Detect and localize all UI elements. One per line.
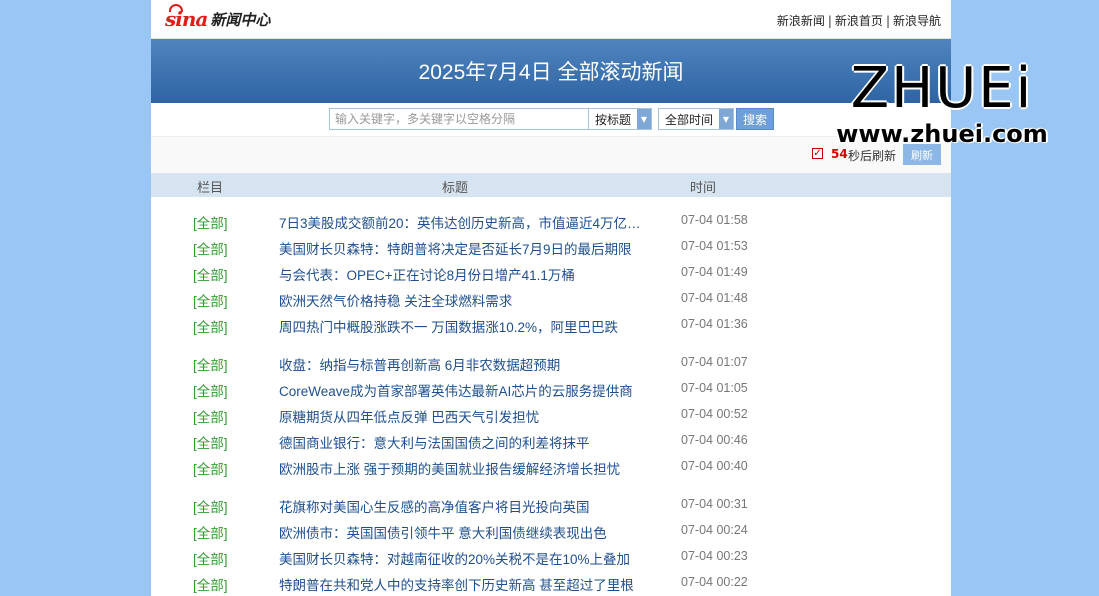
- news-row: [全部] 7日3美股成交额前20：英伟达创历史新高，市值逼近4万亿美元 07-04 …: [151, 208, 951, 234]
- news-category[interactable]: [全部]: [193, 290, 228, 310]
- link-separator: |: [885, 14, 890, 28]
- news-category[interactable]: [全部]: [193, 458, 228, 478]
- column-title: 标题: [442, 180, 469, 195]
- chevron-down-icon: ▼: [637, 109, 651, 129]
- news-time: 07-04 00:31: [681, 497, 748, 511]
- news-category[interactable]: [全部]: [193, 522, 228, 542]
- search-bar: 按标题 ▼ 全部时间 ▼ 搜索: [151, 103, 951, 136]
- news-time: 07-04 01:48: [681, 291, 748, 305]
- news-title-link[interactable]: 原糖期货从四年低点反弹 巴西天气引发担忧: [279, 406, 641, 426]
- news-title-link[interactable]: 美国财长贝森特：特朗普将决定是否延长7月9日的最后期限: [279, 238, 641, 258]
- news-title-link[interactable]: 收盘：纳指与标普再创新高 6月非农数据超预期: [279, 354, 641, 374]
- watermark-url: www.zhuei.com: [836, 120, 1048, 148]
- news-category[interactable]: [全部]: [193, 406, 228, 426]
- refresh-bar: ✓ 54 秒后刷新 刷新: [151, 136, 951, 173]
- news-group: [全部] 收盘：纳指与标普再创新高 6月非农数据超预期 07-04 01:07 [全部…: [151, 350, 951, 480]
- column-time: 时间: [690, 180, 717, 195]
- news-time: 07-04 01:58: [681, 213, 748, 227]
- news-title-link[interactable]: 7日3美股成交额前20：英伟达创历史新高，市值逼近4万亿美元: [279, 212, 641, 232]
- news-page: sina 新闻中心 新浪新闻 | 新浪首页 | 新浪导航 2025年7月4日 全部滚动新…: [151, 0, 951, 596]
- news-time: 07-04 00:52: [681, 407, 748, 421]
- search-type-label: 按标题: [595, 112, 632, 127]
- logo-text: 新闻中心: [210, 10, 271, 29]
- news-time: 07-04 01:53: [681, 239, 748, 253]
- news-time: 07-04 01:07: [681, 355, 748, 369]
- top-bar: sina 新闻中心 新浪新闻 | 新浪首页 | 新浪导航: [151, 0, 951, 39]
- news-title-link[interactable]: 欧洲天然气价格持稳 关注全球燃料需求: [279, 290, 641, 310]
- news-row: [全部] 欧洲股市上涨 强于预期的美国就业报告缓解经济增长担忧 07-04 00:4…: [151, 454, 951, 480]
- news-row: [全部] CoreWeave成为首家部署英伟达最新AI芯片的云服务提供商 07-04…: [151, 376, 951, 402]
- news-group: [全部] 花旗称对美国心生反感的高净值客户将目光投向英国 07-04 00:31 [全…: [151, 492, 951, 596]
- news-row: [全部] 美国财长贝森特：对越南征收的20%关税不是在10%上叠加 07-04 00…: [151, 544, 951, 570]
- news-category[interactable]: [全部]: [193, 380, 228, 400]
- top-links: 新浪新闻 | 新浪首页 | 新浪导航: [777, 12, 941, 29]
- news-title-link[interactable]: 美国财长贝森特：对越南征收的20%关税不是在10%上叠加: [279, 548, 641, 568]
- watermark: ZHUEi www.zhuei.com: [832, 56, 1052, 149]
- news-time: 07-04 01:49: [681, 265, 748, 279]
- news-row: [全部] 周四热门中概股涨跌不一 万国数据涨10.2%，阿里巴巴跌 07-04 01…: [151, 312, 951, 338]
- news-row: [全部] 与会代表：OPEC+正在讨论8月份日增产41.1万桶 07-04 01:4…: [151, 260, 951, 286]
- news-category[interactable]: [全部]: [193, 432, 228, 452]
- page-title: 2025年7月4日 全部滚动新闻: [418, 61, 684, 84]
- news-row: [全部] 欧洲债市：英国国债引领牛平 意大利国债继续表现出色 07-04 00:24: [151, 518, 951, 544]
- news-time: 07-04 00:40: [681, 459, 748, 473]
- refresh-countdown: 54: [831, 147, 848, 161]
- news-row: [全部] 美国财长贝森特：特朗普将决定是否延长7月9日的最后期限 07-04 01:…: [151, 234, 951, 260]
- news-category[interactable]: [全部]: [193, 548, 228, 568]
- news-title-link[interactable]: 欧洲股市上涨 强于预期的美国就业报告缓解经济增长担忧: [279, 458, 641, 478]
- news-title-link[interactable]: 特朗普在共和党人中的支持率创下历史新高 甚至超过了里根: [279, 574, 641, 594]
- news-category[interactable]: [全部]: [193, 264, 228, 284]
- news-category[interactable]: [全部]: [193, 316, 228, 336]
- news-category[interactable]: [全部]: [193, 212, 228, 232]
- news-time: 07-04 00:24: [681, 523, 748, 537]
- link-sina-nav[interactable]: 新浪导航: [893, 14, 941, 28]
- news-time: 07-04 00:46: [681, 433, 748, 447]
- news-row: [全部] 德国商业银行：意大利与法国国债之间的利差将抹平 07-04 00:46: [151, 428, 951, 454]
- link-sina-home[interactable]: 新浪首页: [835, 14, 883, 28]
- chevron-down-icon: ▼: [719, 109, 733, 129]
- news-time: 07-04 01:36: [681, 317, 748, 331]
- news-title-link[interactable]: 德国商业银行：意大利与法国国债之间的利差将抹平: [279, 432, 641, 452]
- news-row: [全部] 收盘：纳指与标普再创新高 6月非农数据超预期 07-04 01:07: [151, 350, 951, 376]
- refresh-label: 秒后刷新: [848, 149, 897, 163]
- news-title-link[interactable]: 欧洲债市：英国国债引领牛平 意大利国债继续表现出色: [279, 522, 641, 542]
- news-time: 07-04 00:22: [681, 575, 748, 589]
- auto-refresh-checkbox[interactable]: ✓: [812, 148, 823, 159]
- news-row: [全部] 特朗普在共和党人中的支持率创下历史新高 甚至超过了里根 07-04 00:…: [151, 570, 951, 596]
- news-category[interactable]: [全部]: [193, 238, 228, 258]
- search-type-select[interactable]: 按标题 ▼: [588, 108, 652, 130]
- news-category[interactable]: [全部]: [193, 354, 228, 374]
- news-row: [全部] 原糖期货从四年低点反弹 巴西天气引发担忧 07-04 00:52: [151, 402, 951, 428]
- search-time-select[interactable]: 全部时间 ▼: [658, 108, 734, 130]
- news-group: [全部] 7日3美股成交额前20：英伟达创历史新高，市值逼近4万亿美元 07-04 …: [151, 208, 951, 338]
- news-category[interactable]: [全部]: [193, 574, 228, 594]
- news-time: 07-04 01:05: [681, 381, 748, 395]
- news-title-link[interactable]: 花旗称对美国心生反感的高净值客户将目光投向英国: [279, 496, 641, 516]
- search-time-label: 全部时间: [665, 112, 714, 127]
- news-title-link[interactable]: CoreWeave成为首家部署英伟达最新AI芯片的云服务提供商: [279, 380, 641, 400]
- news-time: 07-04 00:23: [681, 549, 748, 563]
- link-separator: |: [827, 14, 832, 28]
- news-title-link[interactable]: 周四热门中概股涨跌不一 万国数据涨10.2%，阿里巴巴跌: [279, 316, 641, 336]
- logo-brand: sina: [165, 4, 208, 31]
- news-category[interactable]: [全部]: [193, 496, 228, 516]
- sina-logo[interactable]: sina 新闻中心: [165, 4, 271, 32]
- banner: 2025年7月4日 全部滚动新闻: [151, 39, 951, 103]
- watermark-logo: ZHUEi: [850, 56, 1034, 121]
- search-input[interactable]: [329, 108, 589, 130]
- news-title-link[interactable]: 与会代表：OPEC+正在讨论8月份日增产41.1万桶: [279, 264, 641, 284]
- news-list: [全部] 7日3美股成交额前20：英伟达创历史新高，市值逼近4万亿美元 07-04 …: [151, 208, 951, 596]
- column-header: 栏目 标题 时间: [151, 173, 951, 197]
- link-sina-news[interactable]: 新浪新闻: [777, 14, 825, 28]
- news-row: [全部] 欧洲天然气价格持稳 关注全球燃料需求 07-04 01:48: [151, 286, 951, 312]
- column-category: 栏目: [197, 180, 224, 195]
- search-button[interactable]: 搜索: [736, 108, 774, 130]
- news-row: [全部] 花旗称对美国心生反感的高净值客户将目光投向英国 07-04 00:31: [151, 492, 951, 518]
- logo-eye-icon: [169, 4, 183, 12]
